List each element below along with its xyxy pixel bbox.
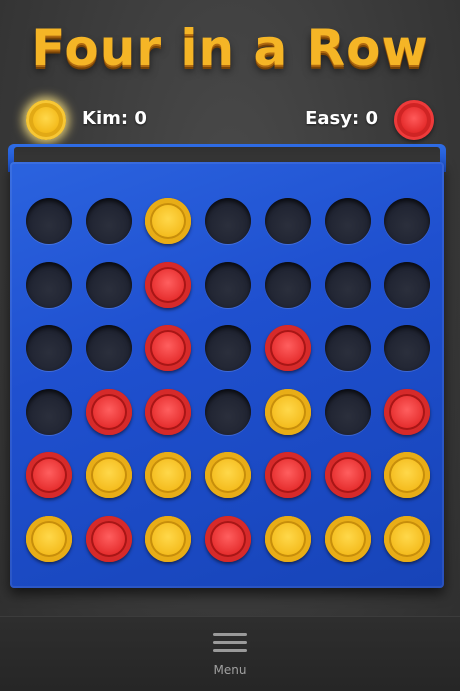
board-slot-empty[interactable] [384,198,431,244]
disc-yellow[interactable] [384,452,431,499]
disc-red[interactable] [26,452,72,499]
board-slot-empty[interactable] [205,198,252,244]
disc-yellow[interactable] [145,198,192,244]
player-left-name: Kim: [82,108,129,129]
disc-red[interactable] [145,261,192,308]
board-slot-empty[interactable] [205,261,252,308]
board-slot-empty[interactable] [264,198,311,244]
disc-yellow[interactable] [26,516,72,562]
disc-red[interactable] [384,388,431,435]
board-slot-empty[interactable] [205,388,252,435]
disc-red[interactable] [85,388,132,435]
disc-red[interactable] [264,452,311,499]
player-right-name: Easy: [305,108,360,129]
board-slot-empty[interactable] [324,261,371,308]
player-left-score-value: 0 [134,108,147,129]
disc-yellow[interactable] [85,452,132,499]
board-slot-empty[interactable] [384,325,431,372]
player-left-score: Kim: 0 [82,108,147,129]
board-slot-empty[interactable] [26,198,72,244]
disc-red[interactable] [85,516,132,562]
player-red-chip-icon [394,100,434,140]
scoreboard: Kim: 0 Easy: 0 [0,96,460,144]
board-slot-empty[interactable] [26,261,72,308]
disc-yellow[interactable] [145,516,192,562]
hamburger-icon [213,631,247,657]
player-yellow-chip-icon [26,100,66,140]
board-slot-empty[interactable] [205,325,252,372]
disc-red[interactable] [145,388,192,435]
board-slot-empty[interactable] [26,388,72,435]
footer-bar: Menu [0,616,460,691]
board-slot-empty[interactable] [324,198,371,244]
game-board[interactable] [10,162,444,588]
board-slot-empty[interactable] [26,325,72,372]
menu-label: Menu [213,663,247,677]
disc-red[interactable] [205,516,252,562]
board-slot-empty[interactable] [324,325,371,372]
game-title: Four in a Row [31,19,429,77]
board-slot-empty[interactable] [264,261,311,308]
disc-red[interactable] [264,325,311,372]
board-slot-empty[interactable] [85,261,132,308]
disc-red[interactable] [324,452,371,499]
disc-yellow[interactable] [264,388,311,435]
disc-yellow[interactable] [145,452,192,499]
player-right-score: Easy: 0 [305,108,378,129]
disc-yellow[interactable] [324,516,371,562]
menu-button[interactable]: Menu [195,627,265,685]
board-slot-empty[interactable] [384,261,431,308]
player-right-score-value: 0 [365,108,378,129]
disc-yellow[interactable] [264,516,311,562]
disc-red[interactable] [145,325,192,372]
board-slot-empty[interactable] [324,388,371,435]
board-slot-empty[interactable] [85,198,132,244]
disc-yellow[interactable] [384,516,431,562]
board-slot-empty[interactable] [85,325,132,372]
disc-yellow[interactable] [205,452,252,499]
